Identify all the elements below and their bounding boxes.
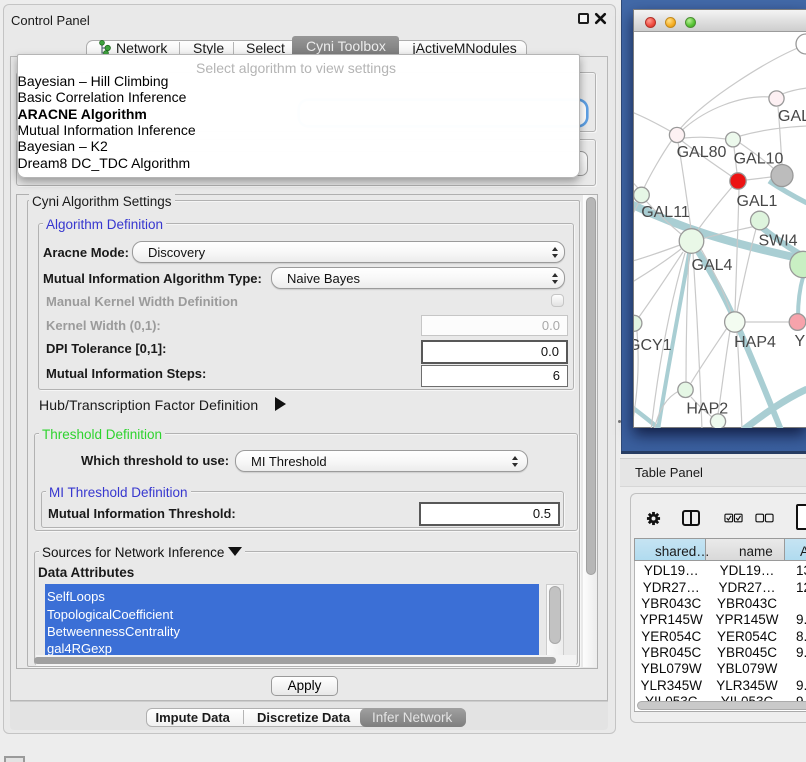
svg-text:HAP4: HAP4 [734, 334, 776, 351]
svg-text:GAL11: GAL11 [641, 204, 690, 221]
svg-text:YM: YM [795, 333, 806, 350]
svg-text:HAP2: HAP2 [686, 400, 728, 417]
svg-text:GAL4: GAL4 [692, 257, 733, 274]
svg-text:GCY1: GCY1 [634, 337, 672, 354]
svg-text:GAL80: GAL80 [677, 144, 727, 161]
svg-text:GAL1: GAL1 [737, 193, 778, 210]
svg-text:GAL7: GAL7 [778, 108, 806, 125]
svg-text:SWI4: SWI4 [758, 232, 797, 249]
svg-text:GAL10: GAL10 [734, 151, 784, 168]
